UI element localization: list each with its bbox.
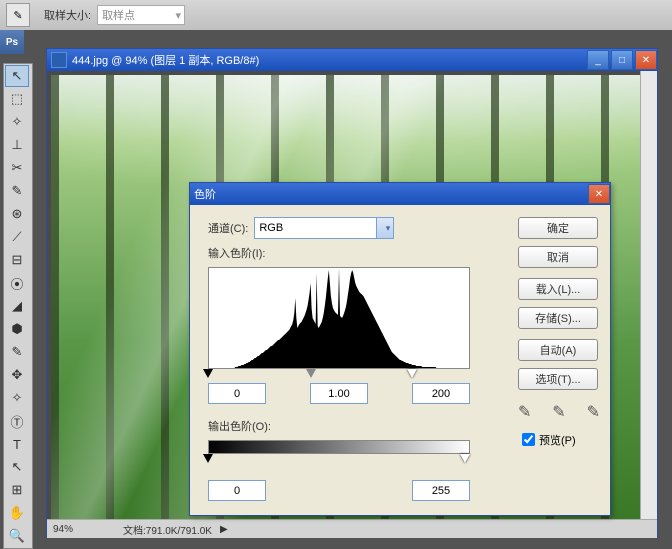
- options-button[interactable]: 选项(T)...: [518, 368, 598, 390]
- output-white-slider[interactable]: [460, 454, 470, 468]
- black-point-slider[interactable]: [203, 369, 213, 383]
- save-button[interactable]: 存储(S)...: [518, 307, 598, 329]
- maximize-button[interactable]: □: [611, 50, 633, 70]
- tool-18[interactable]: ⊞: [5, 479, 29, 501]
- file-icon: [51, 52, 67, 68]
- output-black-field[interactable]: [208, 480, 266, 501]
- output-levels-label: 输出色阶(O):: [208, 418, 271, 434]
- black-eyedropper-icon[interactable]: ✎: [518, 402, 531, 422]
- tool-17[interactable]: ↖: [5, 456, 29, 478]
- tool-13[interactable]: ✥: [5, 364, 29, 386]
- gray-eyedropper-icon[interactable]: ✎: [552, 402, 565, 422]
- channel-label: 通道(C):: [208, 220, 248, 236]
- levels-dialog: 色阶 ✕ 通道(C): RGB 输入色阶(I):: [189, 182, 611, 516]
- sample-size-dropdown[interactable]: 取样点: [97, 5, 185, 25]
- histogram: [208, 267, 470, 369]
- tool-10[interactable]: ◢: [5, 295, 29, 317]
- tool-2[interactable]: ✧: [5, 111, 29, 133]
- tool-16[interactable]: T: [5, 433, 29, 455]
- document-titlebar[interactable]: 444.jpg @ 94% (图层 1 副本, RGB/8#) _ □ ✕: [47, 49, 657, 71]
- vertical-scrollbar[interactable]: [640, 71, 657, 519]
- input-slider[interactable]: [208, 369, 470, 381]
- ok-button[interactable]: 确定: [518, 217, 598, 239]
- tool-7[interactable]: ⟋: [5, 226, 29, 248]
- toolbox: ↖⬚✧⊥✂✎⊛⟋⊟⦿◢⬢✎✥✧ⓉT↖⊞✋🔍: [3, 63, 33, 549]
- auto-button[interactable]: 自动(A): [518, 339, 598, 361]
- tool-12[interactable]: ✎: [5, 341, 29, 363]
- dialog-title: 色阶: [194, 186, 216, 202]
- input-white-field[interactable]: [412, 383, 470, 404]
- tool-19[interactable]: ✋: [5, 502, 29, 524]
- preview-label: 预览(P): [539, 432, 576, 448]
- output-black-slider[interactable]: [203, 454, 213, 468]
- tool-11[interactable]: ⬢: [5, 318, 29, 340]
- tool-4[interactable]: ✂: [5, 157, 29, 179]
- white-point-slider[interactable]: [407, 369, 417, 383]
- tool-8[interactable]: ⊟: [5, 249, 29, 271]
- dialog-titlebar[interactable]: 色阶 ✕: [190, 183, 610, 205]
- tool-0[interactable]: ↖: [5, 65, 29, 87]
- status-bar: 94% 文档:791.0K/791.0K ▶: [47, 519, 657, 538]
- gamma-slider[interactable]: [306, 369, 316, 383]
- tool-5[interactable]: ✎: [5, 180, 29, 202]
- sample-size-value: 取样点: [102, 7, 135, 23]
- output-gradient: [208, 440, 470, 454]
- tool-15[interactable]: Ⓣ: [5, 410, 29, 432]
- load-button[interactable]: 载入(L)...: [518, 278, 598, 300]
- channel-select[interactable]: RGB: [254, 217, 394, 239]
- input-black-field[interactable]: [208, 383, 266, 404]
- tool-9[interactable]: ⦿: [5, 272, 29, 294]
- cancel-button[interactable]: 取消: [518, 246, 598, 268]
- input-levels-label: 输入色阶(I):: [208, 245, 265, 261]
- preview-checkbox-row[interactable]: 预览(P): [518, 430, 600, 449]
- minimize-button[interactable]: _: [587, 50, 609, 70]
- output-slider[interactable]: [208, 454, 470, 466]
- tool-3[interactable]: ⊥: [5, 134, 29, 156]
- document-title: 444.jpg @ 94% (图层 1 副本, RGB/8#): [72, 52, 259, 68]
- sample-size-label: 取样大小:: [44, 7, 91, 23]
- tool-14[interactable]: ✧: [5, 387, 29, 409]
- input-gamma-field[interactable]: [310, 383, 368, 404]
- tool-6[interactable]: ⊛: [5, 203, 29, 225]
- preview-checkbox[interactable]: [522, 433, 535, 446]
- status-arrow-icon[interactable]: ▶: [220, 524, 228, 535]
- channel-value: RGB: [259, 222, 283, 234]
- dialog-close-button[interactable]: ✕: [588, 184, 610, 204]
- zoom-level[interactable]: 94%: [53, 524, 103, 535]
- eyedropper-tool-icon[interactable]: ✎: [6, 3, 30, 27]
- tool-1[interactable]: ⬚: [5, 88, 29, 110]
- close-button[interactable]: ✕: [635, 50, 657, 70]
- doc-size: 文档:791.0K/791.0K: [123, 522, 212, 537]
- ps-logo-icon: Ps: [0, 30, 24, 54]
- output-white-field[interactable]: [412, 480, 470, 501]
- white-eyedropper-icon[interactable]: ✎: [587, 402, 600, 422]
